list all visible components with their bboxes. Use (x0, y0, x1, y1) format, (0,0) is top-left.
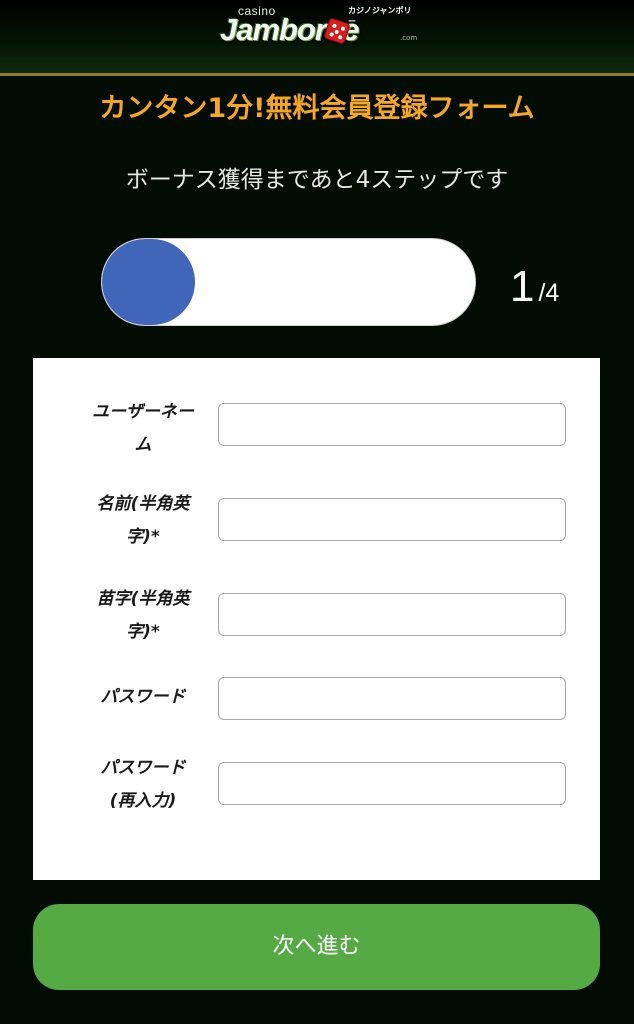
page-subtitle: ボーナス獲得まであと4ステップです (125, 167, 509, 193)
first-name-label: 名前(半角英 字)* (77, 488, 209, 554)
last-name-input[interactable] (218, 593, 566, 636)
username-label-line2: ム (134, 435, 152, 455)
next-step-button[interactable]: 次へ進む (33, 904, 600, 990)
last-name-label-line1: 苗字(半角英 (96, 589, 190, 609)
last-name-label-line2: 字)* (126, 622, 160, 642)
password-confirm-label-line2: (再入力) (109, 791, 177, 811)
site-logo[interactable]: casino Jamboree カジノジャンボリー .com (218, 4, 418, 48)
password-label: パスワード (77, 681, 209, 714)
step-total: /4 (538, 279, 560, 307)
logo-domain-text: .com (400, 34, 418, 42)
first-name-input[interactable] (218, 498, 566, 541)
first-name-label-line1: 名前(半角英 (96, 494, 190, 514)
password-label-line1: パスワード (100, 687, 186, 707)
registration-page: casino Jamboree カジノジャンボリー .com カンタン1分!無料… (0, 0, 634, 1024)
registration-form: ユーザーネー ム 名前(半角英 字)* 苗字(半角英 字)* パスワード パスワ… (33, 358, 600, 880)
password-confirm-input[interactable] (218, 762, 566, 805)
username-label-line1: ユーザーネー (92, 402, 194, 422)
step-current: 1 (510, 262, 535, 311)
first-name-label-line2: 字)* (126, 527, 160, 547)
header-bar: casino Jamboree カジノジャンボリー .com (0, 0, 634, 76)
progress-bar-fill (102, 239, 196, 325)
password-input[interactable] (218, 677, 566, 720)
page-title: カンタン1分!無料会員登録フォーム (99, 93, 535, 124)
password-confirm-label: パスワード (再入力) (77, 752, 209, 818)
progress-bar (101, 238, 476, 326)
last-name-label: 苗字(半角英 字)* (77, 583, 209, 649)
logo-kana-text: カジノジャンボリー (348, 6, 412, 26)
username-input[interactable] (218, 403, 566, 446)
step-counter: 1/4 (510, 262, 559, 312)
username-label: ユーザーネー ム (77, 396, 209, 462)
password-confirm-label-line1: パスワード (100, 758, 186, 778)
